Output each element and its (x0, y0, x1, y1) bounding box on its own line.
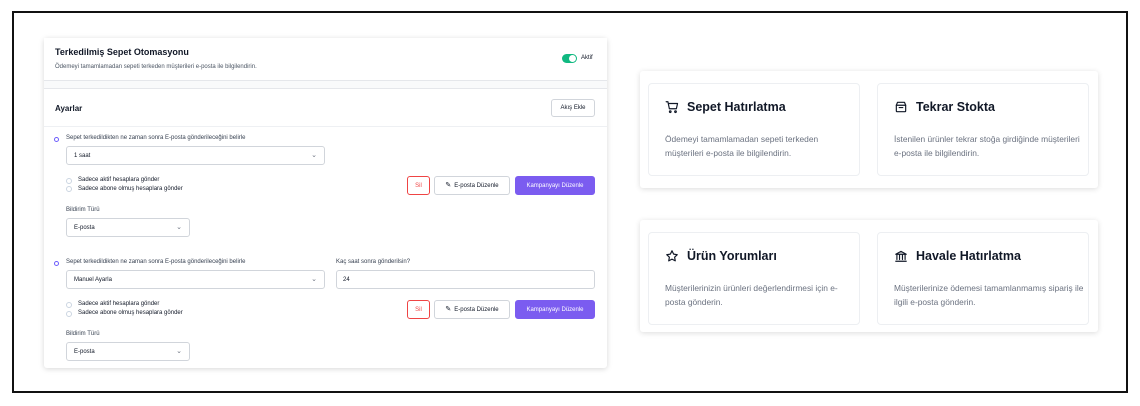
flow-1-option-subscribed-radio[interactable] (66, 186, 72, 192)
automation-panel: Terkedilmiş Sepet Otomasyonu Ödemeyi tam… (44, 38, 607, 368)
pencil-icon: ✎ (445, 182, 452, 189)
card-description: Ödemeyi tamamlamadan sepeti terkeden müş… (665, 134, 819, 158)
add-flow-button[interactable]: Akış Ekle (551, 99, 595, 117)
card-cart-reminder[interactable]: Sepet Hatırlatma Ödemeyi tamamlamadan se… (648, 83, 860, 176)
flow-2-radio[interactable] (54, 261, 59, 266)
flow-1-radio[interactable] (54, 137, 59, 142)
flow-1-question: Sepet terkedildikten ne zaman sonra E-po… (66, 135, 246, 141)
flow-2-hours-label: Kaç saat sonra gönderilsin? (336, 259, 411, 265)
flow-2-hours-input[interactable]: 24 (336, 270, 595, 289)
flow-2-notification-value: E-posta (74, 349, 95, 355)
settings-title: Ayarlar (55, 104, 83, 113)
automation-card-group-2: Ürün Yorumları Müşterilerinizin ürünleri… (640, 220, 1098, 332)
flow-2-option-active-radio[interactable] (66, 302, 72, 308)
flow-1-delete-button[interactable]: Sil (407, 176, 430, 195)
flow-1-edit-email-button[interactable]: ✎ E-posta Düzenle (434, 176, 510, 195)
card-product-reviews[interactable]: Ürün Yorumları Müşterilerinizin ürünleri… (648, 232, 860, 325)
card-title: Tekrar Stokta (916, 100, 995, 114)
flow-1-timing-select[interactable]: 1 saat ⌄ (66, 146, 325, 165)
bank-icon (895, 250, 907, 262)
flow-1-timing-value: 1 saat (74, 153, 91, 159)
chevron-down-icon: ⌄ (311, 152, 317, 159)
card-description: Müşterilerinizin ürünleri değerlendirmes… (665, 283, 838, 307)
flow-1-notification-value: E-posta (74, 225, 95, 231)
card-title: Ürün Yorumları (687, 249, 777, 263)
card-title: Havale Hatırlatma (916, 249, 1021, 263)
card-description: Müşterilerinize ödemesi tamamlanmamış si… (894, 283, 1084, 307)
flow-2-option-active[interactable]: Sadece aktif hesaplara gönder (78, 300, 159, 308)
box-icon (895, 101, 907, 113)
flow-2-question: Sepet terkedildikten ne zaman sonra E-po… (66, 259, 246, 265)
flow-2-hours-value: 24 (343, 277, 350, 283)
card-back-in-stock[interactable]: Tekrar Stokta İstenilen ürünler tekrar s… (877, 83, 1089, 176)
flow-2-timing-select[interactable]: Manuel Ayarla ⌄ (66, 270, 325, 289)
flow-2-edit-email-label: E-posta Düzenle (454, 307, 499, 313)
flow-2-option-subscribed-radio[interactable] (66, 311, 72, 317)
flow-2-option-subscribed[interactable]: Sadece abone olmuş hesaplara gönder (78, 309, 183, 317)
automation-card-group-1: Sepet Hatırlatma Ödemeyi tamamlamadan se… (640, 71, 1098, 188)
cart-icon (665, 101, 679, 114)
star-icon (666, 250, 678, 262)
chevron-down-icon: ⌄ (176, 348, 182, 355)
flow-1-edit-email-label: E-posta Düzenle (454, 183, 499, 189)
flow-1-option-subscribed[interactable]: Sadece abone olmuş hesaplara gönder (78, 185, 183, 193)
active-toggle-label: Aktif (581, 55, 593, 61)
settings-divider (44, 126, 607, 127)
flow-2-notification-label: Bildirim Türü (66, 331, 100, 337)
panel-subtitle: Ödemeyi tamamlamadan sepeti terkeden müş… (55, 64, 257, 70)
chevron-down-icon: ⌄ (311, 276, 317, 283)
flow-2-timing-value: Manuel Ayarla (74, 277, 112, 283)
flow-1-option-active[interactable]: Sadece aktif hesaplara gönder (78, 176, 159, 184)
panel-title: Terkedilmiş Sepet Otomasyonu (55, 47, 189, 57)
flow-2-delete-button[interactable]: Sil (407, 300, 430, 319)
flow-1-option-active-radio[interactable] (66, 178, 72, 184)
flow-2-edit-email-button[interactable]: ✎ E-posta Düzenle (434, 300, 510, 319)
panel-header: Terkedilmiş Sepet Otomasyonu Ödemeyi tam… (44, 38, 607, 81)
flow-1-notification-select[interactable]: E-posta ⌄ (66, 218, 190, 237)
card-title: Sepet Hatırlatma (687, 100, 786, 114)
active-toggle[interactable] (562, 54, 577, 63)
flow-2-notification-select[interactable]: E-posta ⌄ (66, 342, 190, 361)
card-transfer-reminder[interactable]: Havale Hatırlatma Müşterilerinize ödemes… (877, 232, 1089, 325)
chevron-down-icon: ⌄ (176, 224, 182, 231)
flow-1-notification-label: Bildirim Türü (66, 207, 100, 213)
card-description: İstenilen ürünler tekrar stoğa girdiğind… (894, 134, 1080, 158)
header-divider (44, 81, 607, 89)
flow-1-edit-campaign-button[interactable]: Kampanyayı Düzenle (515, 176, 595, 195)
pencil-icon: ✎ (445, 306, 452, 313)
flow-2-edit-campaign-button[interactable]: Kampanyayı Düzenle (515, 300, 595, 319)
